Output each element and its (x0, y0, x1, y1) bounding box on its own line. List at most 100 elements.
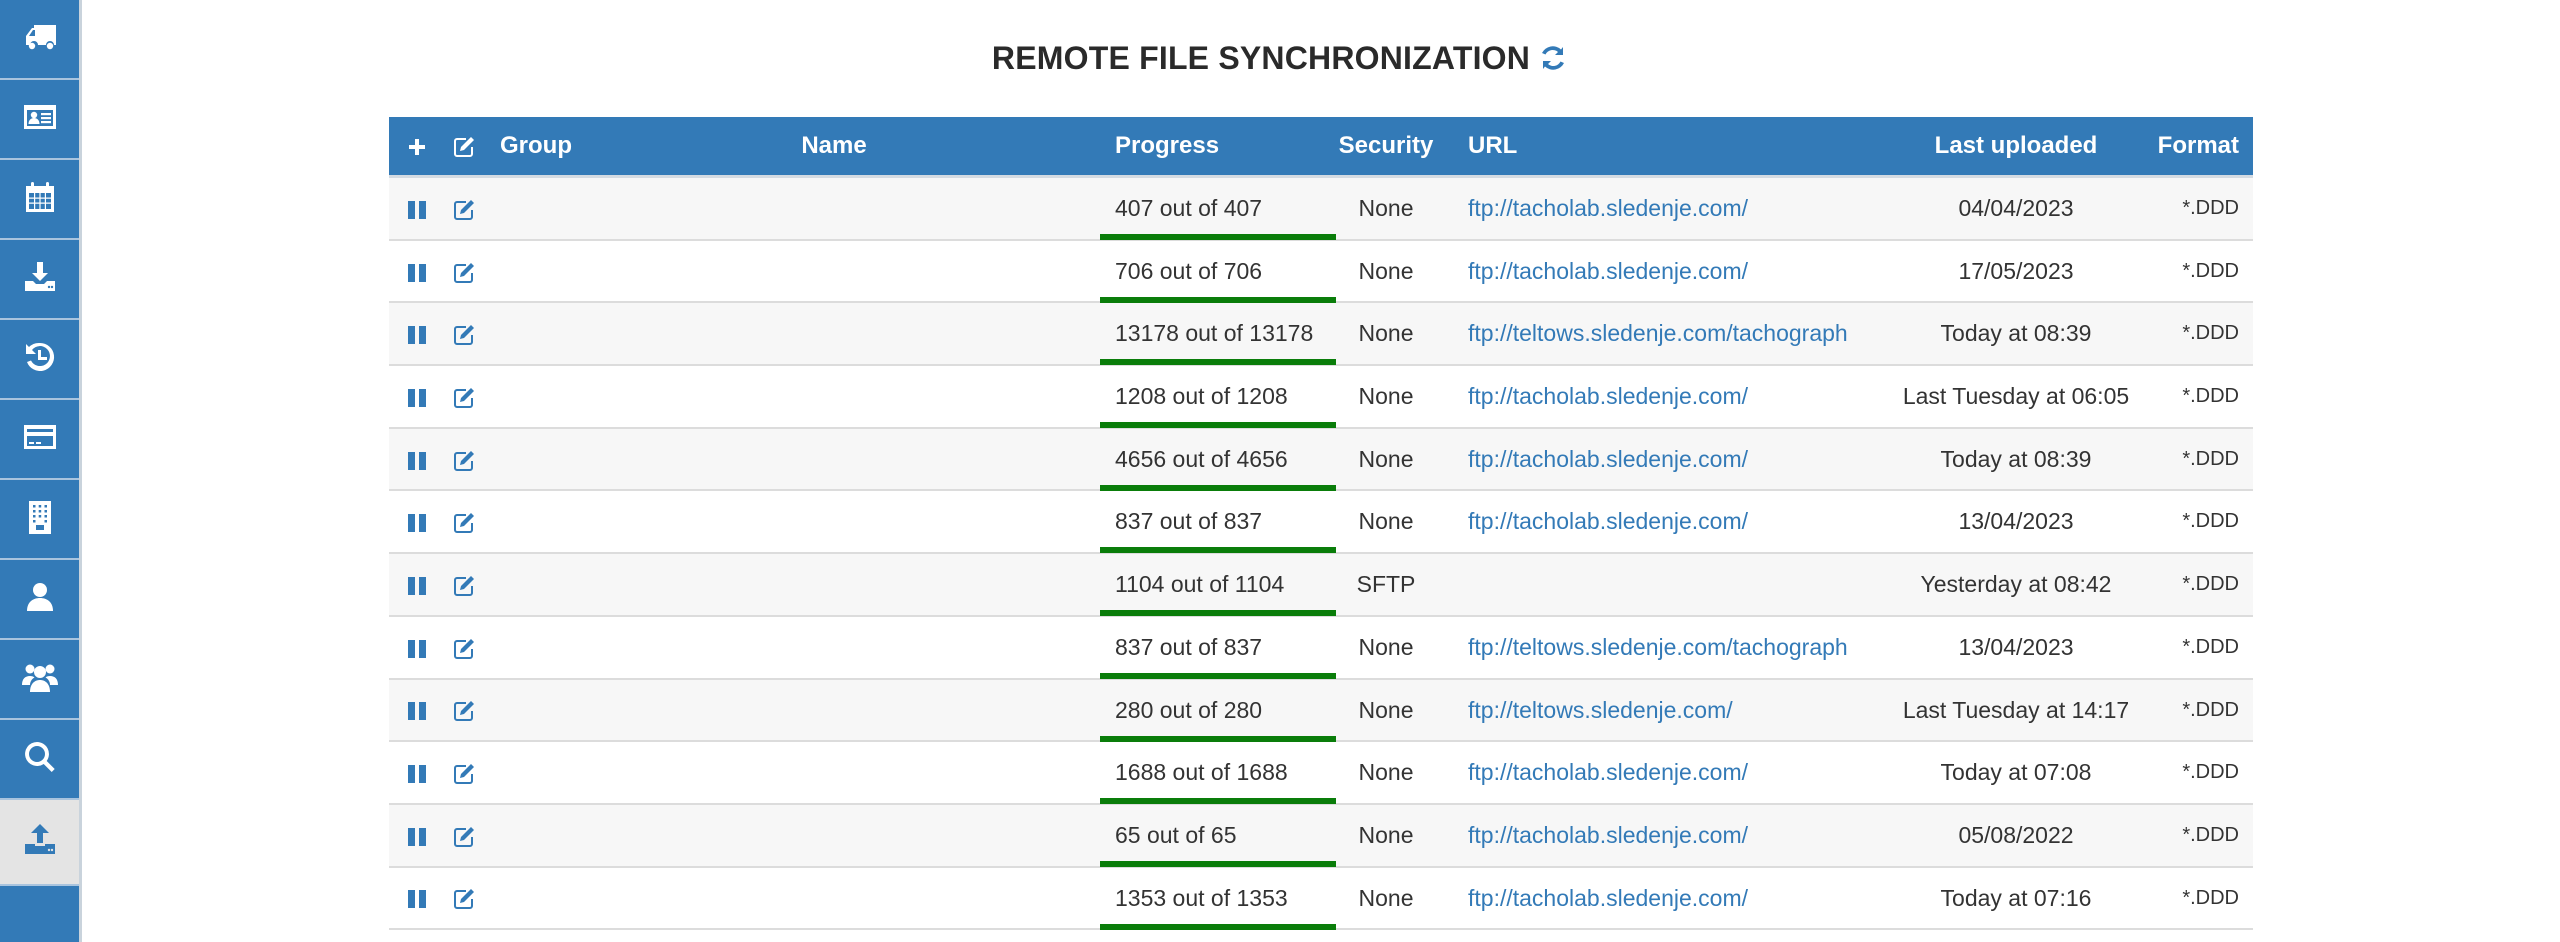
header-url[interactable]: URL (1468, 117, 1888, 175)
pause-button[interactable] (403, 617, 431, 677)
pause-button[interactable] (403, 868, 431, 928)
sidebar-item-download[interactable] (0, 240, 79, 320)
progress-bar (1100, 798, 1336, 805)
url-link[interactable]: ftp://tacholab.sledenje.com/ (1468, 258, 1748, 284)
pause-button[interactable] (403, 178, 431, 238)
edit-button[interactable] (449, 366, 479, 426)
sidebar-item-company[interactable] (0, 480, 79, 560)
header-security[interactable]: Security (1336, 117, 1436, 175)
pause-button[interactable] (403, 303, 431, 363)
table-row: 65 out of 65 None ftp://tacholab.sledenj… (389, 804, 2253, 868)
refresh-button[interactable] (1538, 43, 1568, 81)
sidebar-item-user[interactable] (0, 560, 79, 640)
bulk-edit-button[interactable] (449, 117, 479, 175)
progress-bar-fill (1100, 610, 1336, 617)
progress-bar-fill (1100, 672, 1336, 679)
search-icon (20, 737, 60, 782)
edit-button[interactable] (449, 241, 479, 301)
cell-name (749, 491, 919, 551)
table-row: 13178 out of 13178 None ftp://teltows.sl… (389, 303, 2253, 367)
url-link[interactable]: ftp://tacholab.sledenje.com/ (1468, 822, 1748, 848)
cell-security: None (1358, 508, 1414, 535)
edit-icon (452, 574, 476, 598)
header-progress[interactable]: Progress (1100, 117, 1336, 175)
cell-format: *.DDD (2182, 698, 2239, 721)
edit-icon (452, 825, 476, 849)
progress-bar (1100, 672, 1336, 679)
edit-button[interactable] (449, 868, 479, 928)
pause-icon (407, 764, 427, 784)
pause-button[interactable] (403, 491, 431, 551)
progress-bar-fill (1100, 860, 1336, 867)
sidebar-item-users[interactable] (0, 640, 79, 720)
edit-icon (452, 887, 476, 911)
edit-button[interactable] (449, 303, 479, 363)
pause-button[interactable] (403, 805, 431, 865)
sidebar-item-upload[interactable] (0, 800, 79, 886)
url-link[interactable]: ftp://tacholab.sledenje.com/ (1468, 383, 1748, 409)
edit-icon (452, 511, 476, 535)
download-tray-icon (20, 257, 60, 302)
progress-bar-fill (1100, 484, 1336, 491)
cell-last-uploaded: Today at 07:08 (1940, 759, 2092, 786)
pause-icon (407, 263, 427, 283)
url-link[interactable]: ftp://tacholab.sledenje.com/ (1468, 885, 1748, 911)
header-format[interactable]: Format (2144, 117, 2253, 175)
progress-bar (1100, 359, 1336, 366)
url-link[interactable]: ftp://teltows.sledenje.com/ (1468, 697, 1733, 723)
pause-button[interactable] (403, 429, 431, 489)
edit-icon (452, 386, 476, 410)
pause-button[interactable] (403, 241, 431, 301)
edit-button[interactable] (449, 429, 479, 489)
url-link[interactable]: ftp://teltows.sledenje.com/tachograph (1468, 634, 1848, 660)
cell-security: SFTP (1356, 571, 1416, 598)
url-link[interactable]: ftp://tacholab.sledenje.com/ (1468, 195, 1748, 221)
table-body: 407 out of 407 None ftp://tacholab.slede… (389, 178, 2253, 931)
sidebar-item-payment[interactable] (0, 400, 79, 480)
progress-bar (1100, 610, 1336, 617)
cell-name (749, 303, 919, 363)
cell-format: *.DDD (2182, 823, 2239, 846)
cell-url: ftp://tacholab.sledenje.com/ (1468, 742, 1888, 802)
edit-button[interactable] (449, 554, 479, 614)
url-link[interactable]: ftp://tacholab.sledenje.com/ (1468, 759, 1748, 785)
cell-url: ftp://tacholab.sledenje.com/ (1468, 429, 1888, 489)
header-last-uploaded[interactable]: Last uploaded (1888, 117, 2144, 175)
cell-progress: 706 out of 706 (1115, 257, 1263, 284)
header-name[interactable]: Name (749, 117, 919, 175)
edit-button[interactable] (449, 742, 479, 802)
url-link[interactable]: ftp://teltows.sledenje.com/tachograph (1468, 320, 1848, 346)
cell-last-uploaded: 05/08/2022 (1958, 821, 2074, 848)
edit-button[interactable] (449, 680, 479, 740)
pause-button[interactable] (403, 366, 431, 426)
header-group[interactable]: Group (500, 117, 572, 175)
pause-button[interactable] (403, 680, 431, 740)
add-button[interactable] (403, 117, 431, 175)
pause-button[interactable] (403, 742, 431, 802)
edit-button[interactable] (449, 178, 479, 238)
url-link[interactable]: ftp://tacholab.sledenje.com/ (1468, 508, 1748, 534)
progress-bar (1100, 296, 1336, 303)
url-link[interactable]: ftp://tacholab.sledenje.com/ (1468, 446, 1748, 472)
refresh-icon (1538, 44, 1568, 80)
edit-button[interactable] (449, 617, 479, 677)
cell-progress: 1688 out of 1688 (1115, 759, 1288, 786)
pause-button[interactable] (403, 554, 431, 614)
table-row: 407 out of 407 None ftp://tacholab.slede… (389, 178, 2253, 241)
progress-bar (1100, 923, 1336, 930)
pause-icon (407, 200, 427, 220)
sidebar-item-history[interactable] (0, 320, 79, 400)
sidebar-item-search[interactable] (0, 720, 79, 800)
cell-format: *.DDD (2182, 886, 2239, 909)
sidebar-item-calendar[interactable] (0, 160, 79, 240)
cell-name (749, 868, 919, 928)
cell-last-uploaded: Last Tuesday at 06:05 (1902, 383, 2130, 410)
edit-button[interactable] (449, 805, 479, 865)
cell-last-uploaded: 04/04/2023 (1958, 195, 2074, 221)
progress-bar (1100, 422, 1336, 429)
edit-icon (452, 261, 476, 285)
cell-format: *.DDD (2182, 761, 2239, 784)
sidebar-item-drivers[interactable] (0, 80, 79, 160)
edit-button[interactable] (449, 491, 479, 551)
cell-progress: 13178 out of 13178 (1115, 320, 1314, 347)
